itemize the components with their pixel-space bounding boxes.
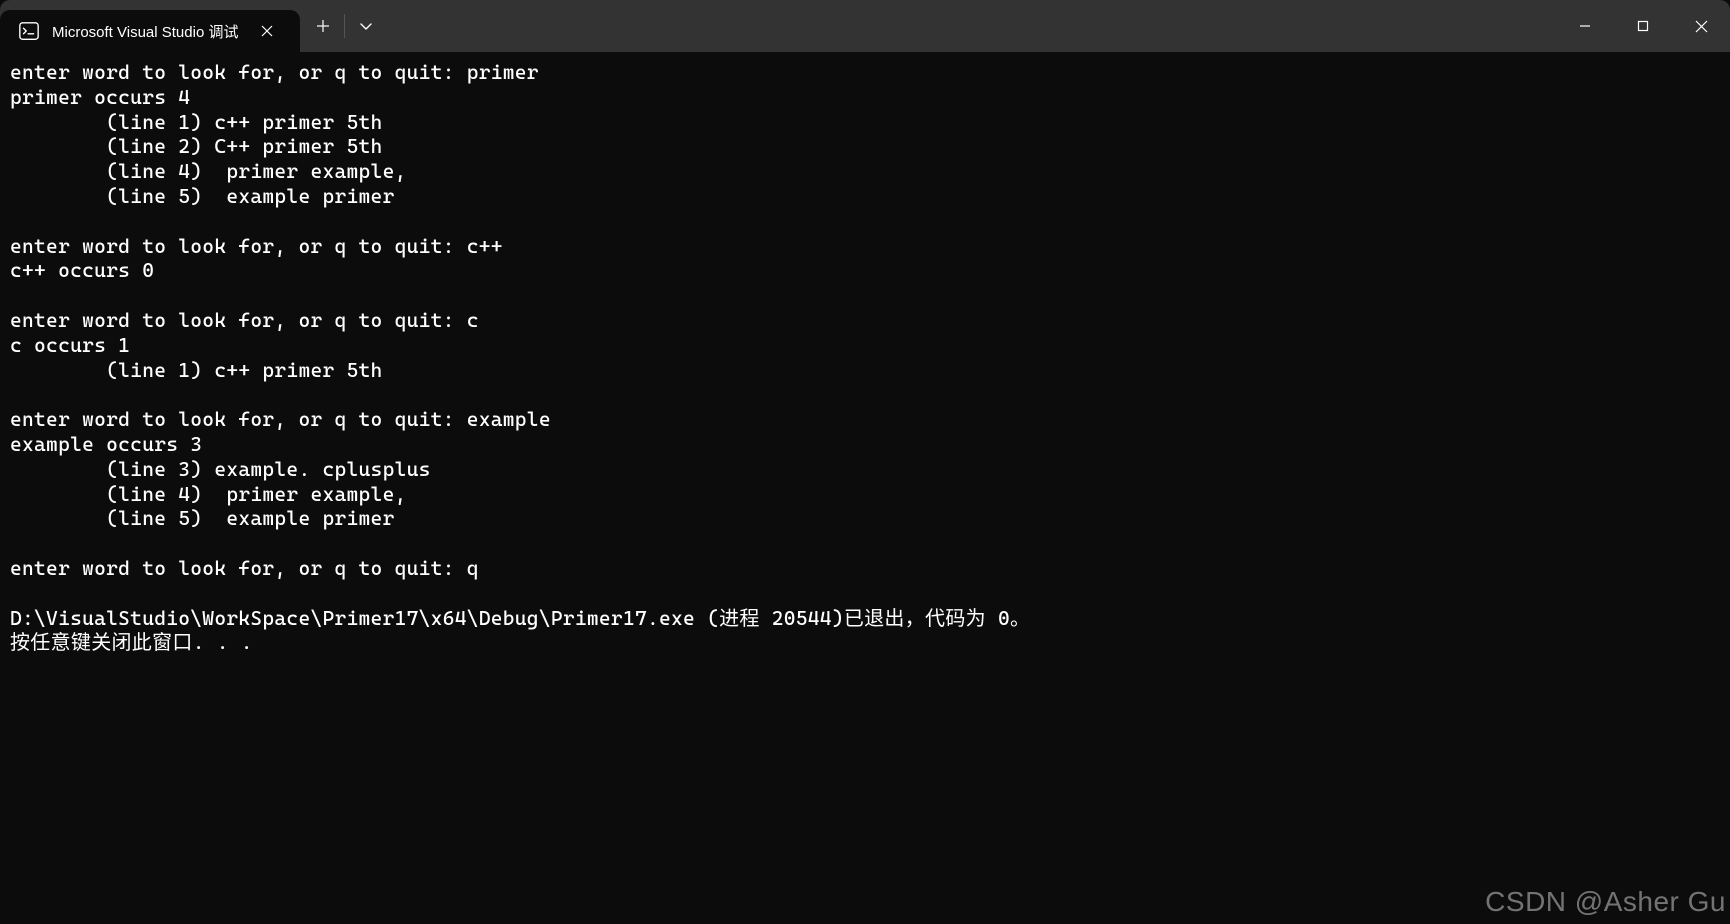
active-tab[interactable]: Microsoft Visual Studio 调试	[0, 10, 300, 52]
tab-close-button[interactable]	[250, 14, 284, 48]
minimize-icon	[1579, 20, 1591, 32]
close-icon	[1695, 20, 1708, 33]
titlebar-drag-area[interactable]	[383, 0, 1556, 52]
tab-dropdown-button[interactable]	[349, 9, 383, 43]
maximize-button[interactable]	[1614, 0, 1672, 52]
titlebar-actions	[306, 0, 383, 52]
maximize-icon	[1637, 20, 1649, 32]
titlebar: Microsoft Visual Studio 调试	[0, 0, 1730, 52]
minimize-button[interactable]	[1556, 0, 1614, 52]
watermark: CSDN @Asher Gu	[1485, 886, 1726, 918]
window-controls	[1556, 0, 1730, 52]
plus-icon	[316, 19, 330, 33]
chevron-down-icon	[359, 21, 373, 31]
terminal-output[interactable]: enter word to look for, or q to quit: pr…	[0, 52, 1730, 663]
window-close-button[interactable]	[1672, 0, 1730, 52]
new-tab-button[interactable]	[306, 9, 340, 43]
close-icon	[261, 25, 273, 37]
tab-title: Microsoft Visual Studio 调试	[52, 21, 238, 42]
divider	[344, 14, 345, 38]
terminal-icon	[18, 20, 40, 42]
